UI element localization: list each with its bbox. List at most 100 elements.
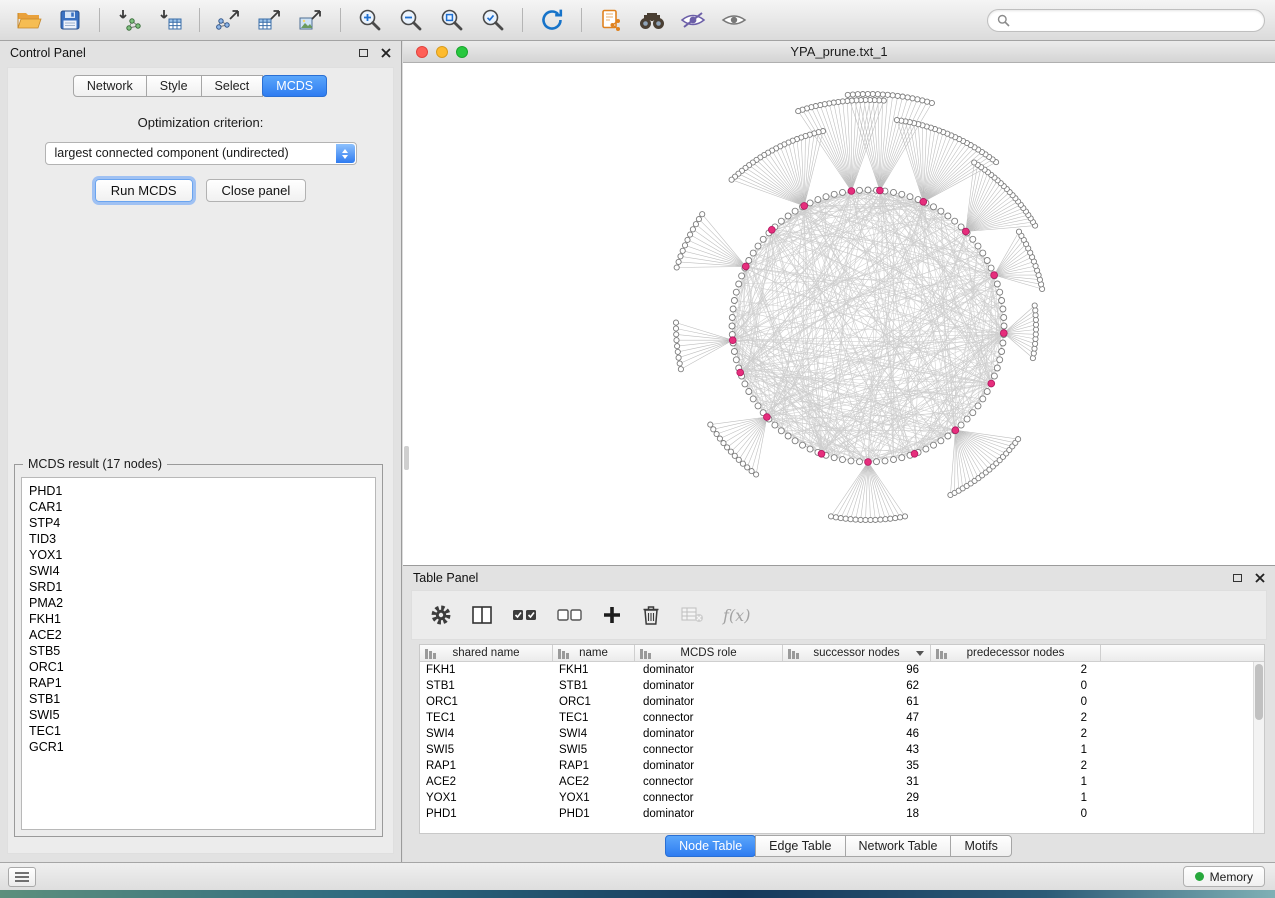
- network-node[interactable]: [874, 459, 880, 465]
- network-node[interactable]: [857, 459, 863, 465]
- tab-style[interactable]: Style: [146, 75, 202, 97]
- tab-select[interactable]: Select: [201, 75, 264, 97]
- network-leaf-node[interactable]: [902, 514, 907, 519]
- network-node[interactable]: [988, 265, 994, 271]
- network-leaf-node[interactable]: [858, 517, 863, 522]
- network-node[interactable]: [731, 298, 737, 304]
- network-dominator-node[interactable]: [991, 272, 998, 279]
- network-leaf-node[interactable]: [749, 469, 754, 474]
- network-leaf-node[interactable]: [878, 517, 883, 522]
- network-node[interactable]: [742, 381, 748, 387]
- network-node[interactable]: [999, 349, 1005, 355]
- mcds-result-item[interactable]: FKH1: [29, 611, 368, 627]
- network-leaf-node[interactable]: [900, 94, 905, 99]
- network-dominator-node[interactable]: [911, 450, 918, 457]
- table-row[interactable]: STB1STB1dominator620: [420, 678, 1253, 694]
- splitter-grip[interactable]: [404, 446, 409, 470]
- network-leaf-node[interactable]: [972, 160, 977, 165]
- network-node[interactable]: [938, 438, 944, 444]
- network-leaf-node[interactable]: [708, 422, 713, 427]
- network-leaf-node[interactable]: [693, 222, 698, 227]
- column-header-predecessor-nodes[interactable]: predecessor nodes: [931, 645, 1101, 661]
- network-node[interactable]: [952, 218, 958, 224]
- network-leaf-node[interactable]: [674, 338, 679, 343]
- network-node[interactable]: [923, 446, 929, 452]
- network-leaf-node[interactable]: [870, 91, 875, 96]
- network-leaf-node[interactable]: [894, 117, 899, 122]
- network-leaf-node[interactable]: [1032, 303, 1037, 308]
- mcds-result-item[interactable]: PMA2: [29, 595, 368, 611]
- network-leaf-node[interactable]: [850, 92, 855, 97]
- network-leaf-node[interactable]: [675, 349, 680, 354]
- unselect-all-icon[interactable]: [557, 606, 583, 624]
- export-network-button[interactable]: [210, 4, 248, 36]
- network-node[interactable]: [730, 306, 736, 312]
- network-leaf-node[interactable]: [678, 254, 683, 259]
- tab-edge-table[interactable]: Edge Table: [755, 835, 845, 857]
- network-leaf-node[interactable]: [865, 91, 870, 96]
- show-hide-button[interactable]: [715, 4, 753, 36]
- network-leaf-node[interactable]: [674, 265, 679, 270]
- network-node[interactable]: [840, 457, 846, 463]
- network-leaf-node[interactable]: [696, 217, 701, 222]
- network-leaf-node[interactable]: [893, 516, 898, 521]
- network-leaf-node[interactable]: [690, 227, 695, 232]
- mcds-result-item[interactable]: YOX1: [29, 547, 368, 563]
- export-image-button[interactable]: [292, 4, 330, 36]
- network-dominator-node[interactable]: [988, 380, 995, 387]
- share-document-button[interactable]: [592, 4, 630, 36]
- network-node[interactable]: [857, 187, 863, 193]
- network-leaf-node[interactable]: [873, 517, 878, 522]
- network-leaf-node[interactable]: [895, 93, 900, 98]
- network-leaf-node[interactable]: [843, 516, 848, 521]
- tab-network[interactable]: Network: [73, 75, 147, 97]
- network-leaf-node[interactable]: [888, 516, 893, 521]
- save-session-button[interactable]: [51, 4, 89, 36]
- network-leaf-node[interactable]: [682, 243, 687, 248]
- network-node[interactable]: [980, 396, 986, 402]
- network-node[interactable]: [997, 357, 1003, 363]
- network-node[interactable]: [980, 250, 986, 256]
- network-dominator-node[interactable]: [952, 427, 959, 434]
- optimization-criterion-select[interactable]: largest connected component (undirected): [45, 142, 357, 165]
- network-leaf-node[interactable]: [717, 436, 722, 441]
- table-row[interactable]: FKH1FKH1dominator962: [420, 662, 1253, 678]
- network-node[interactable]: [785, 213, 791, 219]
- delete-column-trash-icon[interactable]: [641, 604, 661, 626]
- close-panel-button[interactable]: Close panel: [206, 179, 307, 202]
- tab-mcds[interactable]: MCDS: [262, 75, 327, 97]
- network-leaf-node[interactable]: [673, 326, 678, 331]
- network-node[interactable]: [970, 410, 976, 416]
- toggle-details-button[interactable]: [674, 4, 712, 36]
- network-node[interactable]: [999, 298, 1005, 304]
- table-row[interactable]: SWI4SWI4dominator462: [420, 726, 1253, 742]
- table-settings-gear-icon[interactable]: [430, 604, 452, 626]
- refresh-layout-button[interactable]: [533, 4, 571, 36]
- network-node[interactable]: [733, 357, 739, 363]
- network-node[interactable]: [831, 191, 837, 197]
- network-leaf-node[interactable]: [868, 517, 873, 522]
- network-dominator-node[interactable]: [962, 228, 969, 235]
- network-node[interactable]: [984, 258, 990, 264]
- network-node[interactable]: [729, 323, 735, 329]
- network-node[interactable]: [848, 458, 854, 464]
- tab-motifs[interactable]: Motifs: [950, 835, 1011, 857]
- network-node[interactable]: [1001, 323, 1007, 329]
- network-dominator-node[interactable]: [742, 263, 749, 270]
- network-leaf-node[interactable]: [711, 427, 716, 432]
- maximize-window-icon[interactable]: [456, 46, 468, 58]
- network-leaf-node[interactable]: [754, 472, 759, 477]
- network-leaf-node[interactable]: [688, 232, 693, 237]
- mcds-result-item[interactable]: RAP1: [29, 675, 368, 691]
- network-leaf-node[interactable]: [848, 517, 853, 522]
- network-leaf-node[interactable]: [745, 465, 750, 470]
- network-dominator-node[interactable]: [920, 198, 927, 205]
- network-leaf-node[interactable]: [885, 92, 890, 97]
- mcds-result-item[interactable]: STB5: [29, 643, 368, 659]
- zoom-out-button[interactable]: [392, 4, 430, 36]
- mcds-result-item[interactable]: GCR1: [29, 739, 368, 755]
- network-leaf-node[interactable]: [880, 92, 885, 97]
- network-node[interactable]: [729, 315, 735, 321]
- tab-network-table[interactable]: Network Table: [845, 835, 952, 857]
- network-leaf-node[interactable]: [729, 177, 734, 182]
